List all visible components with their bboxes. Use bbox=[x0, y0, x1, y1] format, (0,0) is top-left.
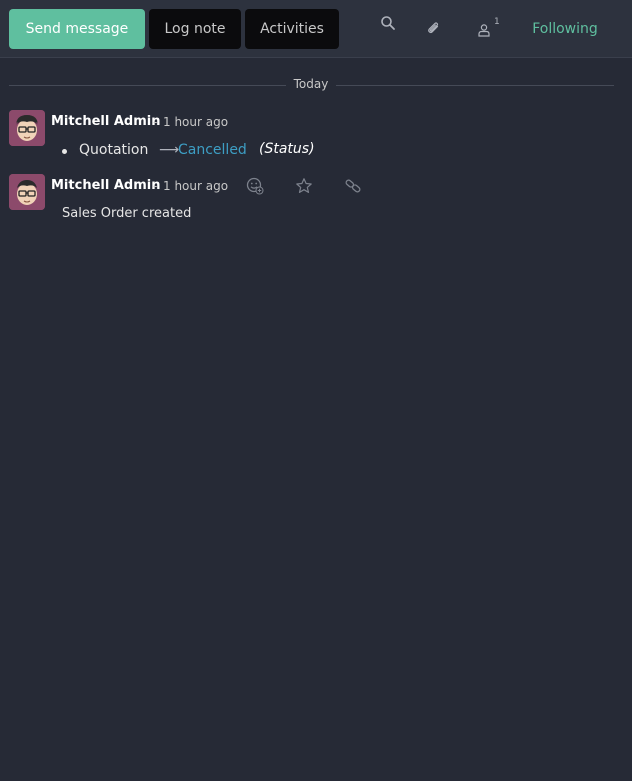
star-icon[interactable] bbox=[294, 176, 314, 196]
log-note-button[interactable]: Log note bbox=[149, 9, 241, 49]
arrow-right-icon: ⟶ bbox=[159, 142, 180, 158]
send-message-button[interactable]: Send message bbox=[9, 9, 145, 49]
tracking-new-value: Cancelled bbox=[178, 142, 247, 158]
message-author[interactable]: Mitchell Admin bbox=[51, 114, 160, 129]
avatar[interactable] bbox=[9, 174, 45, 210]
user-icon bbox=[477, 22, 491, 41]
message-author[interactable]: Mitchell Admin bbox=[51, 178, 160, 193]
followers-count: 1 bbox=[494, 17, 500, 27]
date-divider-right bbox=[336, 85, 614, 86]
message-date: 1 hour ago bbox=[163, 179, 229, 193]
message-date: 1 hour ago bbox=[163, 115, 229, 129]
date-separator: Today bbox=[293, 77, 329, 91]
add-reaction-icon[interactable] bbox=[245, 176, 265, 196]
author-date-separator: - bbox=[153, 179, 158, 193]
paperclip-icon[interactable] bbox=[422, 13, 446, 45]
tracking-old-value: Quotation bbox=[79, 142, 149, 158]
tracking-field-label: (Status) bbox=[259, 141, 315, 157]
activities-button[interactable]: Activities bbox=[245, 9, 339, 49]
avatar[interactable] bbox=[9, 110, 45, 146]
date-divider-left bbox=[9, 85, 286, 86]
message-body: Sales Order created bbox=[62, 206, 192, 221]
tracking-bullet bbox=[62, 149, 67, 154]
author-date-separator: - bbox=[153, 115, 158, 129]
search-icon[interactable] bbox=[376, 7, 400, 39]
following-button[interactable]: Following bbox=[520, 9, 610, 49]
chatter-topbar: Send message Log note Activities 1 Follo… bbox=[0, 0, 632, 58]
followers-button[interactable]: 1 bbox=[474, 13, 504, 45]
link-icon[interactable] bbox=[343, 176, 363, 196]
